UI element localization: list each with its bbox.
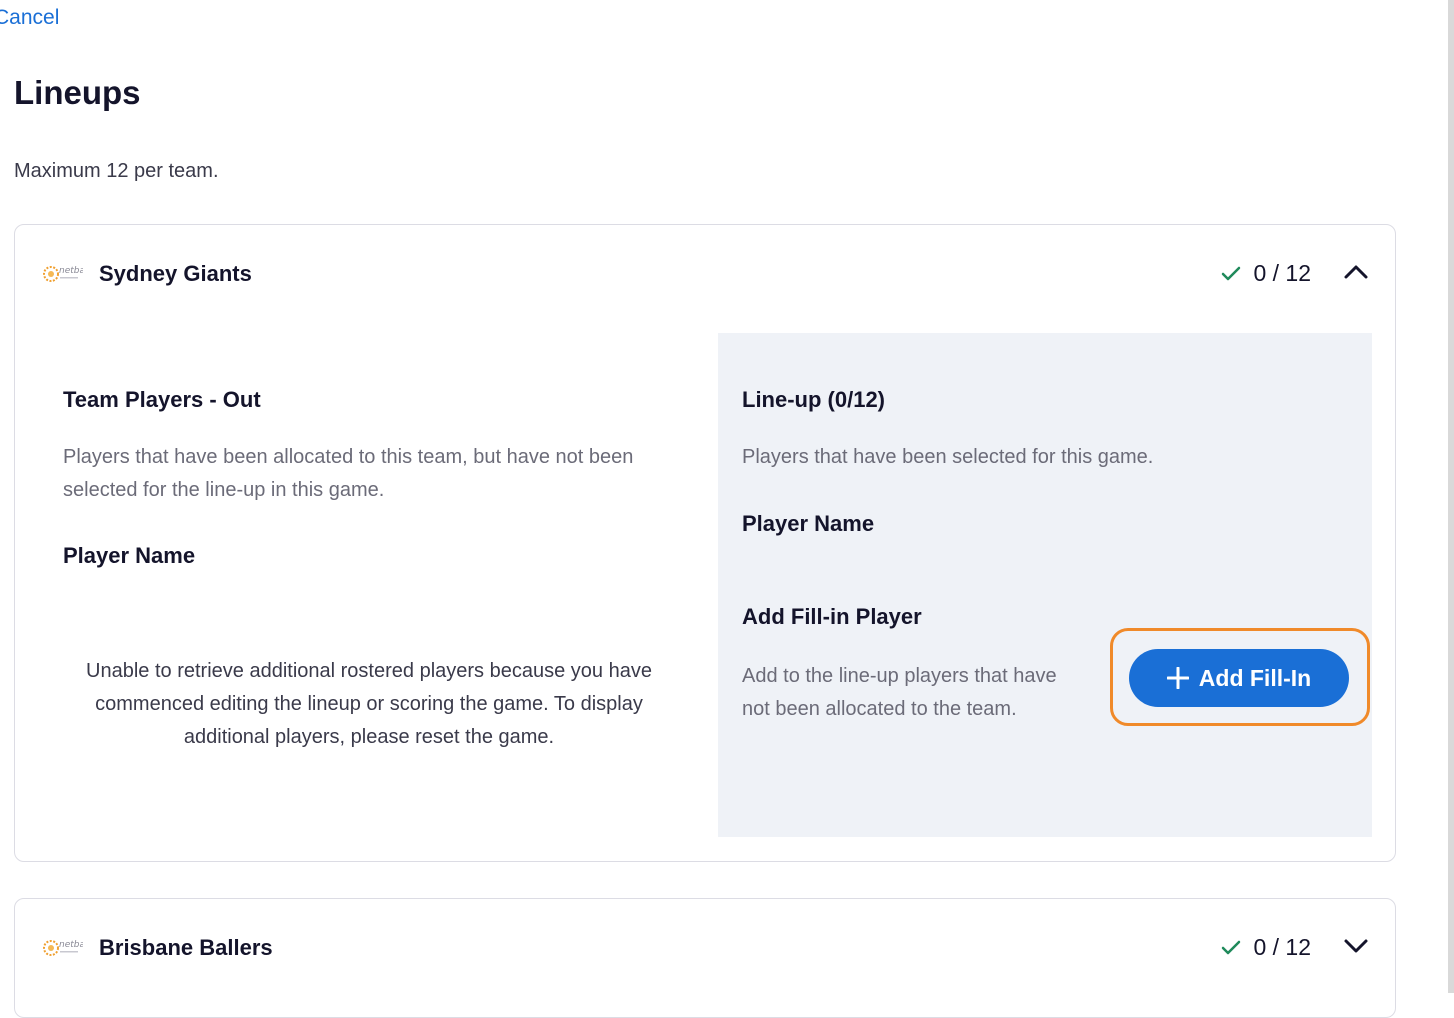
section-title: Line-up (0/12) bbox=[742, 387, 886, 412]
chevron-up-icon[interactable] bbox=[1343, 261, 1369, 283]
svg-text:netball: netball bbox=[59, 940, 83, 950]
page-subtitle: Maximum 12 per team. bbox=[14, 160, 219, 182]
page-scrollbar[interactable] bbox=[1448, 0, 1454, 993]
lineup-count-text: 0 / 12 bbox=[1253, 934, 1311, 960]
team-card-sydney-giants: netball Sydney Giants 0 / 12 Team Player… bbox=[14, 224, 1396, 862]
team-card-brisbane-ballers: netball Brisbane Ballers 0 / 12 bbox=[14, 898, 1396, 1018]
check-icon bbox=[1222, 940, 1241, 954]
check-icon bbox=[1222, 266, 1241, 280]
svg-text:netball: netball bbox=[59, 266, 83, 276]
fillin-description: Add to the line-up players that have not… bbox=[742, 665, 1057, 720]
fillin-title: Add Fill-in Player bbox=[742, 604, 922, 629]
section-description: Players that have been allocated to this… bbox=[63, 446, 634, 501]
lineup-count: 0 / 12 bbox=[1221, 260, 1311, 287]
page-title: Lineups bbox=[14, 74, 141, 111]
lineup-count: 0 / 12 bbox=[1221, 934, 1311, 961]
player-name-column-header: Player Name bbox=[742, 511, 875, 536]
lineup-count-text: 0 / 12 bbox=[1253, 260, 1311, 286]
add-fillin-button[interactable]: Add Fill-In bbox=[1129, 649, 1349, 707]
cancel-link[interactable]: Cancel bbox=[0, 6, 59, 30]
section-title: Team Players - Out bbox=[63, 387, 261, 412]
lineup-section: Line-up (0/12) Players that have been se… bbox=[718, 333, 1372, 837]
team-card-header[interactable]: netball Brisbane Ballers 0 / 12 bbox=[15, 899, 1395, 995]
chevron-down-icon[interactable] bbox=[1343, 935, 1369, 957]
team-name: Brisbane Ballers bbox=[99, 935, 273, 960]
team-card-header[interactable]: netball Sydney Giants 0 / 12 bbox=[15, 225, 1395, 321]
netball-logo-icon: netball bbox=[43, 266, 83, 282]
team-name: Sydney Giants bbox=[99, 261, 252, 286]
roster-unavailable-message: Unable to retrieve additional rostered p… bbox=[86, 660, 652, 748]
plus-icon bbox=[1166, 667, 1189, 689]
add-fillin-highlight: Add Fill-In bbox=[1110, 628, 1370, 726]
player-name-column-header: Player Name bbox=[63, 543, 196, 568]
section-description: Players that have been selected for this… bbox=[742, 446, 1154, 468]
netball-logo-icon: netball bbox=[43, 940, 83, 956]
add-fillin-label: Add Fill-In bbox=[1198, 664, 1312, 691]
